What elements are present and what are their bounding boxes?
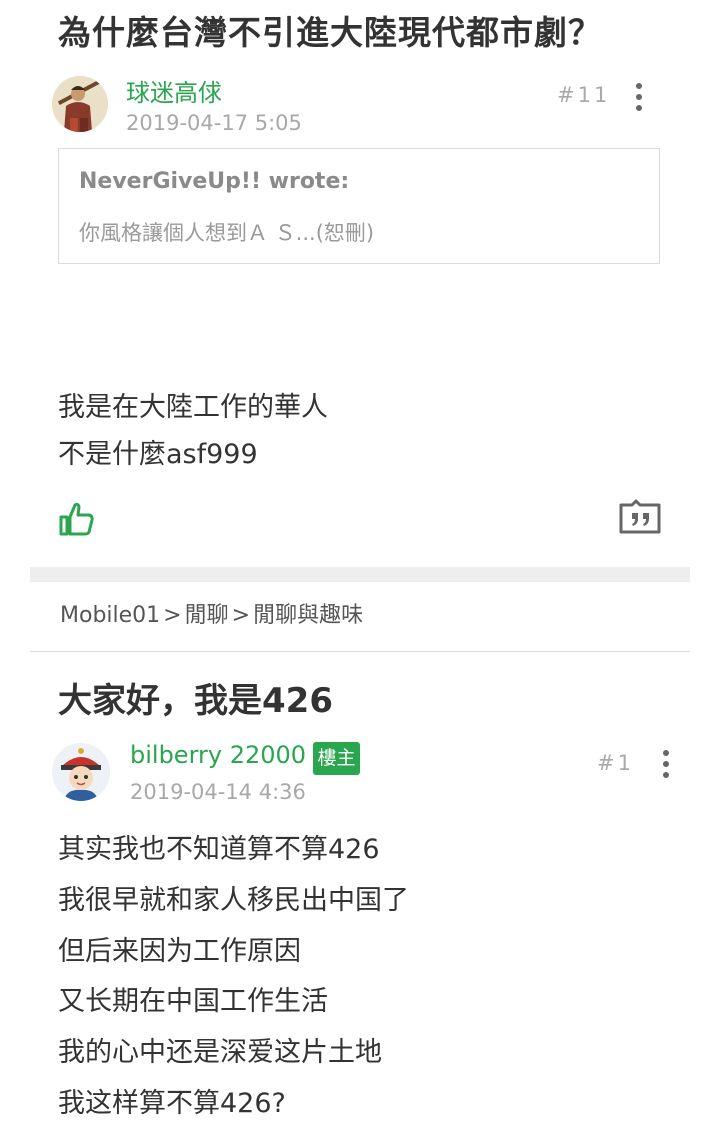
breadcrumb: Mobile01 > 閒聊 > 閒聊與趣味 bbox=[60, 597, 363, 629]
quote-block: NeverGiveUp!! wrote: 你風格讓個人想到Ａ Ｓ...(恕刪) bbox=[58, 148, 660, 264]
post-body-line: 其实我也不知道算不算426 bbox=[58, 834, 380, 865]
post-body-line: 不是什麼asf999 bbox=[58, 439, 258, 470]
post-date: 2019-04-17 5:05 bbox=[126, 111, 302, 135]
post-body-line: 又长期在中国工作生活 bbox=[58, 986, 328, 1017]
breadcrumb-item-chat-and-fun[interactable]: 閒聊與趣味 bbox=[253, 597, 363, 629]
thumbs-up-icon bbox=[59, 502, 94, 536]
quote-reply-icon bbox=[619, 499, 661, 534]
post-author[interactable]: 球迷高俅 bbox=[126, 73, 222, 108]
post-author[interactable]: bilberry 22000 bbox=[130, 741, 306, 769]
thread-starter-badge: 樓主 bbox=[313, 742, 360, 775]
thread-title: 大家好，我是426 bbox=[58, 681, 333, 721]
breadcrumb-separator: > bbox=[163, 603, 182, 628]
quote-author[interactable]: NeverGiveUp!! wrote: bbox=[79, 169, 349, 194]
breadcrumb-item-chat[interactable]: 閒聊 bbox=[185, 597, 229, 629]
avatar[interactable] bbox=[52, 743, 110, 801]
thread-title: 為什麼台灣不引進大陸現代都市劇？ bbox=[58, 13, 602, 52]
quote-text: 你風格讓個人想到Ａ Ｓ...(恕刪) bbox=[79, 221, 375, 245]
more-vertical-icon[interactable] bbox=[634, 83, 644, 113]
more-vertical-icon[interactable] bbox=[661, 750, 671, 780]
post-body-line: 我这样算不算426? bbox=[58, 1088, 286, 1119]
post-body-line: 我很早就和家人移民出中国了 bbox=[58, 885, 409, 916]
post-body-line: 我的心中还是深爱这片土地 bbox=[58, 1037, 382, 1068]
post-body-line: 我是在大陸工作的華人 bbox=[58, 392, 328, 423]
avatar[interactable] bbox=[52, 76, 108, 132]
post-date: 2019-04-14 4:36 bbox=[130, 780, 306, 804]
breadcrumb-separator: > bbox=[231, 603, 251, 628]
like-button[interactable] bbox=[58, 501, 96, 541]
post-body-line: 但后来因为工作原因 bbox=[58, 936, 301, 967]
breadcrumb-item-mobile01[interactable]: Mobile01 bbox=[60, 603, 160, 628]
post-floor-number: #11 bbox=[557, 83, 611, 107]
reply-button[interactable] bbox=[618, 499, 662, 539]
breadcrumb-divider bbox=[30, 651, 690, 652]
post-floor-number: #1 bbox=[597, 751, 634, 775]
section-divider bbox=[30, 567, 690, 582]
